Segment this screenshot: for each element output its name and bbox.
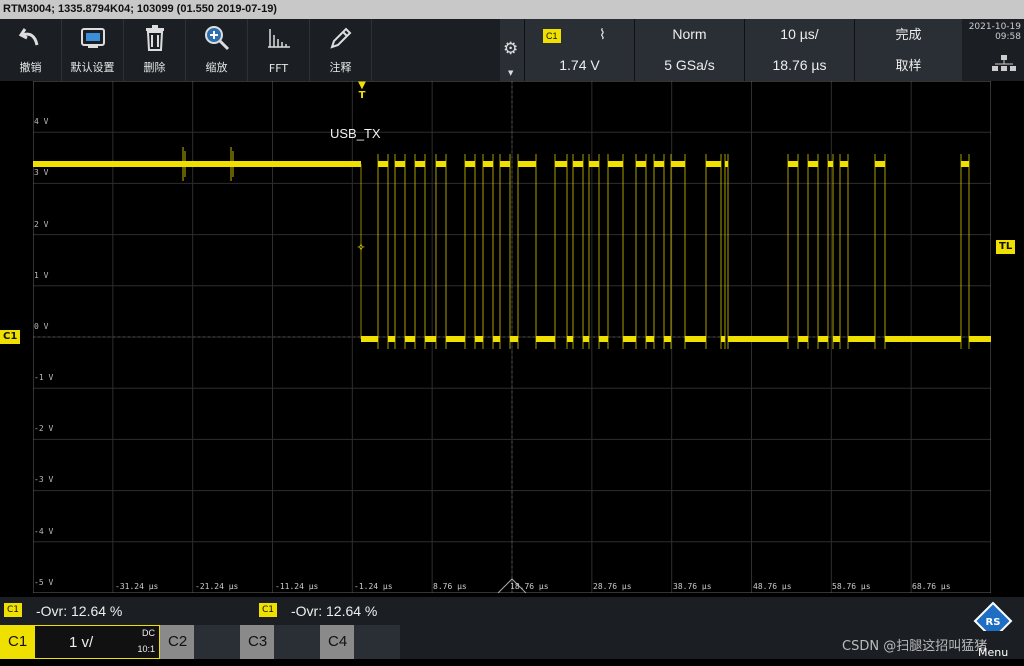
- x-label: -11.24 µs: [275, 582, 319, 591]
- zoom-icon: [204, 26, 229, 51]
- x-label: -31.24 µs: [115, 582, 159, 591]
- scope-grid[interactable]: ✧: [33, 81, 991, 593]
- chevron-down-icon: ▼: [508, 69, 514, 77]
- x-label: 18.76 µs: [510, 582, 549, 591]
- measurement-value[interactable]: -Ovr: 12.64 %: [36, 603, 122, 619]
- trigger-point-icon: ✧: [356, 241, 365, 254]
- svg-text:RS: RS: [986, 617, 1001, 628]
- y-label: -3 V: [34, 475, 54, 484]
- measurement-value[interactable]: -Ovr: 12.64 %: [291, 603, 377, 619]
- trigger-source[interactable]: C1 ⌇: [524, 19, 634, 50]
- trigger-level-marker[interactable]: TL: [996, 240, 1016, 254]
- y-label: 1 V: [34, 271, 49, 280]
- acquisition-status[interactable]: 完成: [854, 19, 962, 50]
- channel-c2-panel[interactable]: [194, 625, 240, 659]
- delete-button[interactable]: 删除: [124, 19, 186, 81]
- clock-time: 09:58: [995, 32, 1021, 42]
- undo-icon: [18, 28, 38, 46]
- x-label: 68.76 µs: [912, 582, 951, 591]
- channel-c4-button[interactable]: C4: [320, 625, 354, 659]
- y-label: 3 V: [34, 168, 49, 177]
- trigger-mode[interactable]: Norm: [634, 19, 744, 50]
- trigger-slope-icon: ⌇: [599, 26, 606, 42]
- annotate-button[interactable]: 注释: [310, 19, 372, 81]
- trigger-source-badge: C1: [543, 29, 561, 43]
- channel-c1-scale[interactable]: 1 v/ DC 10:1: [34, 625, 160, 659]
- timebase[interactable]: 10 µs/: [744, 19, 854, 50]
- menu-button[interactable]: RS Menu: [970, 601, 1016, 659]
- zoom-button[interactable]: 缩放: [186, 19, 248, 81]
- x-label: 28.76 µs: [593, 582, 632, 591]
- fft-button[interactable]: FFT: [248, 19, 310, 81]
- measure-channel-badge: C1: [4, 603, 23, 617]
- c1-offset-marker[interactable]: C1: [0, 330, 21, 344]
- gear-icon: ⚙: [503, 39, 519, 59]
- watermark: CSDN @扫腿这招叫猛猪: [842, 639, 988, 654]
- trigger-marker[interactable]: ▼ T: [356, 81, 368, 101]
- acquisition-mode[interactable]: 取样: [854, 50, 962, 81]
- y-label: 0 V: [34, 322, 49, 331]
- y-label: -1 V: [34, 373, 54, 382]
- x-label: 48.76 µs: [753, 582, 792, 591]
- y-label: -4 V: [34, 527, 54, 536]
- y-label: -2 V: [34, 424, 54, 433]
- x-label: 38.76 µs: [673, 582, 712, 591]
- clock: 2021-10-19 09:58: [962, 19, 1024, 81]
- y-label: 4 V: [34, 117, 49, 126]
- measure-channel-badge: C1: [259, 603, 278, 617]
- channel-c2-button[interactable]: C2: [160, 625, 194, 659]
- trigger-level[interactable]: 1.74 V: [524, 50, 634, 81]
- x-label: 58.76 µs: [832, 582, 871, 591]
- trash-icon: [145, 25, 164, 51]
- horizontal-position[interactable]: 18.76 µs: [744, 50, 854, 81]
- fft-icon: [267, 29, 290, 48]
- channel-c3-button[interactable]: C3: [240, 625, 274, 659]
- settings-button[interactable]: ⚙ ▼: [500, 19, 524, 81]
- x-label: 8.76 µs: [433, 582, 467, 591]
- network-icon: [992, 55, 1016, 71]
- channel-c1-button[interactable]: C1: [0, 625, 34, 659]
- x-label: -21.24 µs: [195, 582, 239, 591]
- rs-logo-icon: RS: [973, 601, 1013, 631]
- undo-button[interactable]: 撤销: [0, 19, 62, 81]
- window-title: RTM3004; 1335.8794K04; 103099 (01.550 20…: [0, 0, 1024, 19]
- y-label: 2 V: [34, 220, 49, 229]
- signal-label: USB_TX: [330, 126, 381, 141]
- clock-date: 2021-10-19: [968, 22, 1021, 32]
- channel-c3-panel[interactable]: [274, 625, 320, 659]
- sample-rate[interactable]: 5 GSa/s: [634, 50, 744, 81]
- x-label: -1.24 µs: [354, 582, 393, 591]
- y-label: -5 V: [34, 578, 54, 587]
- pen-icon: [329, 27, 351, 49]
- preset-button[interactable]: 默认设置: [62, 19, 124, 81]
- channel-c4-panel[interactable]: [354, 625, 400, 659]
- channel-bar: C1 1 v/ DC 10:1 C2 C3 C4 CSDN @扫腿这招叫猛猪 R…: [0, 601, 1024, 659]
- preset-icon: [80, 28, 105, 48]
